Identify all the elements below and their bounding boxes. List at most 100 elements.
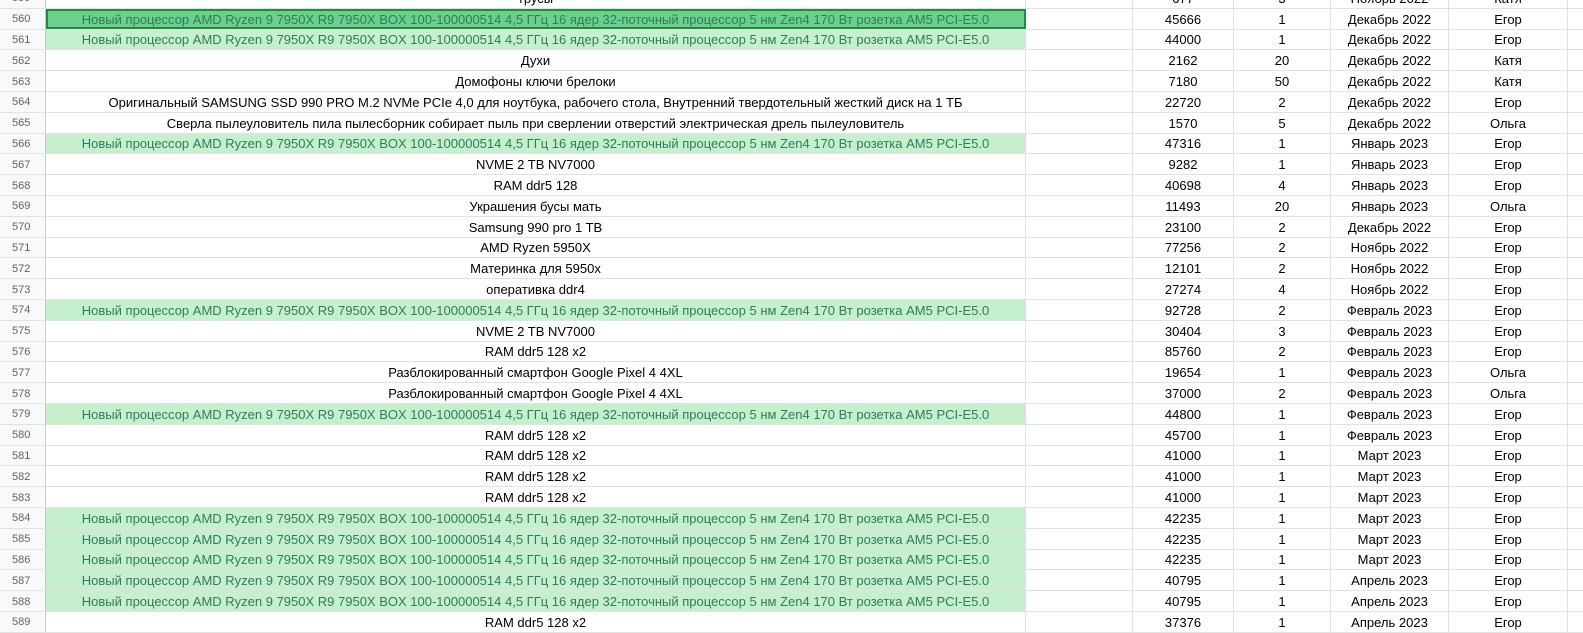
cell-month[interactable]: Февраль 2023	[1331, 299, 1449, 320]
cell-item-name[interactable]: Новый процессор AMD Ryzen 9 7950X R9 795…	[46, 507, 1026, 528]
cell-empty[interactable]	[1026, 591, 1133, 611]
cell-person[interactable]: Егор	[1449, 8, 1568, 29]
cell-price[interactable]: 23100	[1133, 216, 1234, 237]
cell-quantity[interactable]: 1	[1234, 466, 1331, 487]
cell-item-name[interactable]: Новый процессор AMD Ryzen 9 7950X R9 795…	[46, 591, 1026, 611]
cell-person[interactable]: Егор	[1449, 611, 1568, 632]
cell-quantity[interactable]: 20	[1234, 50, 1331, 71]
row-number[interactable]: 584	[0, 507, 46, 528]
cell-price[interactable]: 27274	[1133, 279, 1234, 299]
cell-item-name[interactable]: Украшения бусы мать	[46, 195, 1026, 216]
cell-quantity[interactable]: 2	[1234, 341, 1331, 362]
cell-empty[interactable]	[1026, 424, 1133, 445]
cell-empty[interactable]	[1026, 570, 1133, 591]
cell-month[interactable]: Февраль 2023	[1331, 424, 1449, 445]
row-number[interactable]: 563	[0, 71, 46, 91]
cell-price[interactable]: 85760	[1133, 341, 1234, 362]
row-number[interactable]: 562	[0, 50, 46, 71]
cell-empty[interactable]	[1026, 487, 1133, 507]
cell-quantity[interactable]: 2	[1234, 91, 1331, 112]
cell-item-name[interactable]: Разблокированный смартфон Google Pixel 4…	[46, 383, 1026, 403]
cell-empty-edge[interactable]	[1568, 175, 1583, 195]
cell-empty[interactable]	[1026, 445, 1133, 466]
cell-price[interactable]: 40795	[1133, 570, 1234, 591]
cell-price[interactable]: 45666	[1133, 8, 1234, 29]
cell-quantity[interactable]: 1	[1234, 507, 1331, 528]
row-number[interactable]: 582	[0, 466, 46, 487]
cell-empty[interactable]	[1026, 341, 1133, 362]
cell-empty-edge[interactable]	[1568, 342, 1583, 362]
row-number[interactable]: 568	[0, 175, 46, 195]
cell-price[interactable]: 41000	[1133, 445, 1234, 466]
cell-person[interactable]: Егор	[1449, 570, 1568, 591]
cell-quantity[interactable]: 2	[1234, 237, 1331, 258]
cell-price[interactable]: 77256	[1133, 237, 1234, 258]
cell-month[interactable]: Март 2023	[1331, 487, 1449, 507]
cell-quantity[interactable]: 1	[1234, 29, 1331, 50]
cell-empty[interactable]	[1026, 29, 1133, 50]
cell-quantity[interactable]: 1	[1234, 528, 1331, 549]
cell-month[interactable]: Декабрь 2022	[1331, 91, 1449, 112]
cell-empty-edge[interactable]	[1568, 154, 1583, 174]
cell-person[interactable]: Егор	[1449, 487, 1568, 507]
cell-quantity[interactable]: 1	[1234, 549, 1331, 570]
cell-empty[interactable]	[1026, 258, 1133, 279]
cell-person[interactable]: Егор	[1449, 29, 1568, 50]
row-number[interactable]: 585	[0, 528, 46, 549]
cell-quantity[interactable]: 2	[1234, 383, 1331, 403]
cell-item-name[interactable]: Новый процессор AMD Ryzen 9 7950X R9 795…	[46, 8, 1026, 29]
cell-month[interactable]: Ноябрь 2022	[1331, 0, 1449, 8]
cell-person[interactable]: Ольга	[1449, 383, 1568, 403]
cell-person[interactable]: Егор	[1449, 445, 1568, 466]
cell-price[interactable]: 40795	[1133, 591, 1234, 611]
cell-month[interactable]: Февраль 2023	[1331, 362, 1449, 383]
cell-quantity[interactable]: 20	[1234, 195, 1331, 216]
cell-empty-edge[interactable]	[1568, 238, 1583, 258]
cell-empty[interactable]	[1026, 507, 1133, 528]
cell-price[interactable]: 30404	[1133, 320, 1234, 341]
cell-item-name[interactable]: RAM ddr5 128 x2	[46, 445, 1026, 466]
cell-month[interactable]: Ноябрь 2022	[1331, 258, 1449, 279]
cell-person[interactable]: Егор	[1449, 91, 1568, 112]
cell-price[interactable]: 42235	[1133, 549, 1234, 570]
cell-empty[interactable]	[1026, 403, 1133, 424]
cell-item-name[interactable]: Материнка для 5950х	[46, 258, 1026, 279]
cell-month[interactable]: Ноябрь 2022	[1331, 279, 1449, 299]
cell-month[interactable]: Ноябрь 2022	[1331, 237, 1449, 258]
cell-quantity[interactable]: 1	[1234, 591, 1331, 611]
cell-empty-edge[interactable]	[1568, 50, 1583, 70]
cell-empty-edge[interactable]	[1568, 134, 1583, 154]
cell-empty[interactable]	[1026, 175, 1133, 195]
cell-item-name[interactable]: трусы	[46, 0, 1026, 8]
cell-item-name[interactable]: Духи	[46, 50, 1026, 71]
cell-month[interactable]: Декабрь 2022	[1331, 50, 1449, 71]
cell-person[interactable]: Егор	[1449, 591, 1568, 611]
cell-person[interactable]: Егор	[1449, 133, 1568, 154]
cell-item-name[interactable]: RAM ddr5 128 x2	[46, 341, 1026, 362]
row-number[interactable]: 589	[0, 611, 46, 632]
row-number[interactable]: 569	[0, 195, 46, 216]
cell-price[interactable]: 41000	[1133, 487, 1234, 507]
cell-person[interactable]: Егор	[1449, 528, 1568, 549]
cell-price[interactable]: 45700	[1133, 424, 1234, 445]
cell-item-name[interactable]: NVME 2 TB NV7000	[46, 320, 1026, 341]
row-number[interactable]: 579	[0, 403, 46, 424]
cell-item-name[interactable]: RAM ddr5 128	[46, 175, 1026, 195]
cell-quantity[interactable]: 2	[1234, 216, 1331, 237]
cell-empty-edge[interactable]	[1568, 466, 1583, 486]
cell-empty-edge[interactable]	[1568, 508, 1583, 528]
cell-item-name[interactable]: AMD Ryzen 5950X	[46, 237, 1026, 258]
cell-quantity[interactable]: 1	[1234, 611, 1331, 632]
cell-price[interactable]: 44000	[1133, 29, 1234, 50]
cell-empty[interactable]	[1026, 611, 1133, 632]
row-number[interactable]: 588	[0, 591, 46, 611]
cell-empty[interactable]	[1026, 8, 1133, 29]
cell-person[interactable]: Егор	[1449, 549, 1568, 570]
cell-quantity[interactable]: 1	[1234, 133, 1331, 154]
cell-month[interactable]: Январь 2023	[1331, 175, 1449, 195]
cell-month[interactable]: Февраль 2023	[1331, 320, 1449, 341]
cell-month[interactable]: Декабрь 2022	[1331, 71, 1449, 91]
cell-person[interactable]: Катя	[1449, 50, 1568, 71]
cell-month[interactable]: Март 2023	[1331, 466, 1449, 487]
cell-person[interactable]: Егор	[1449, 424, 1568, 445]
